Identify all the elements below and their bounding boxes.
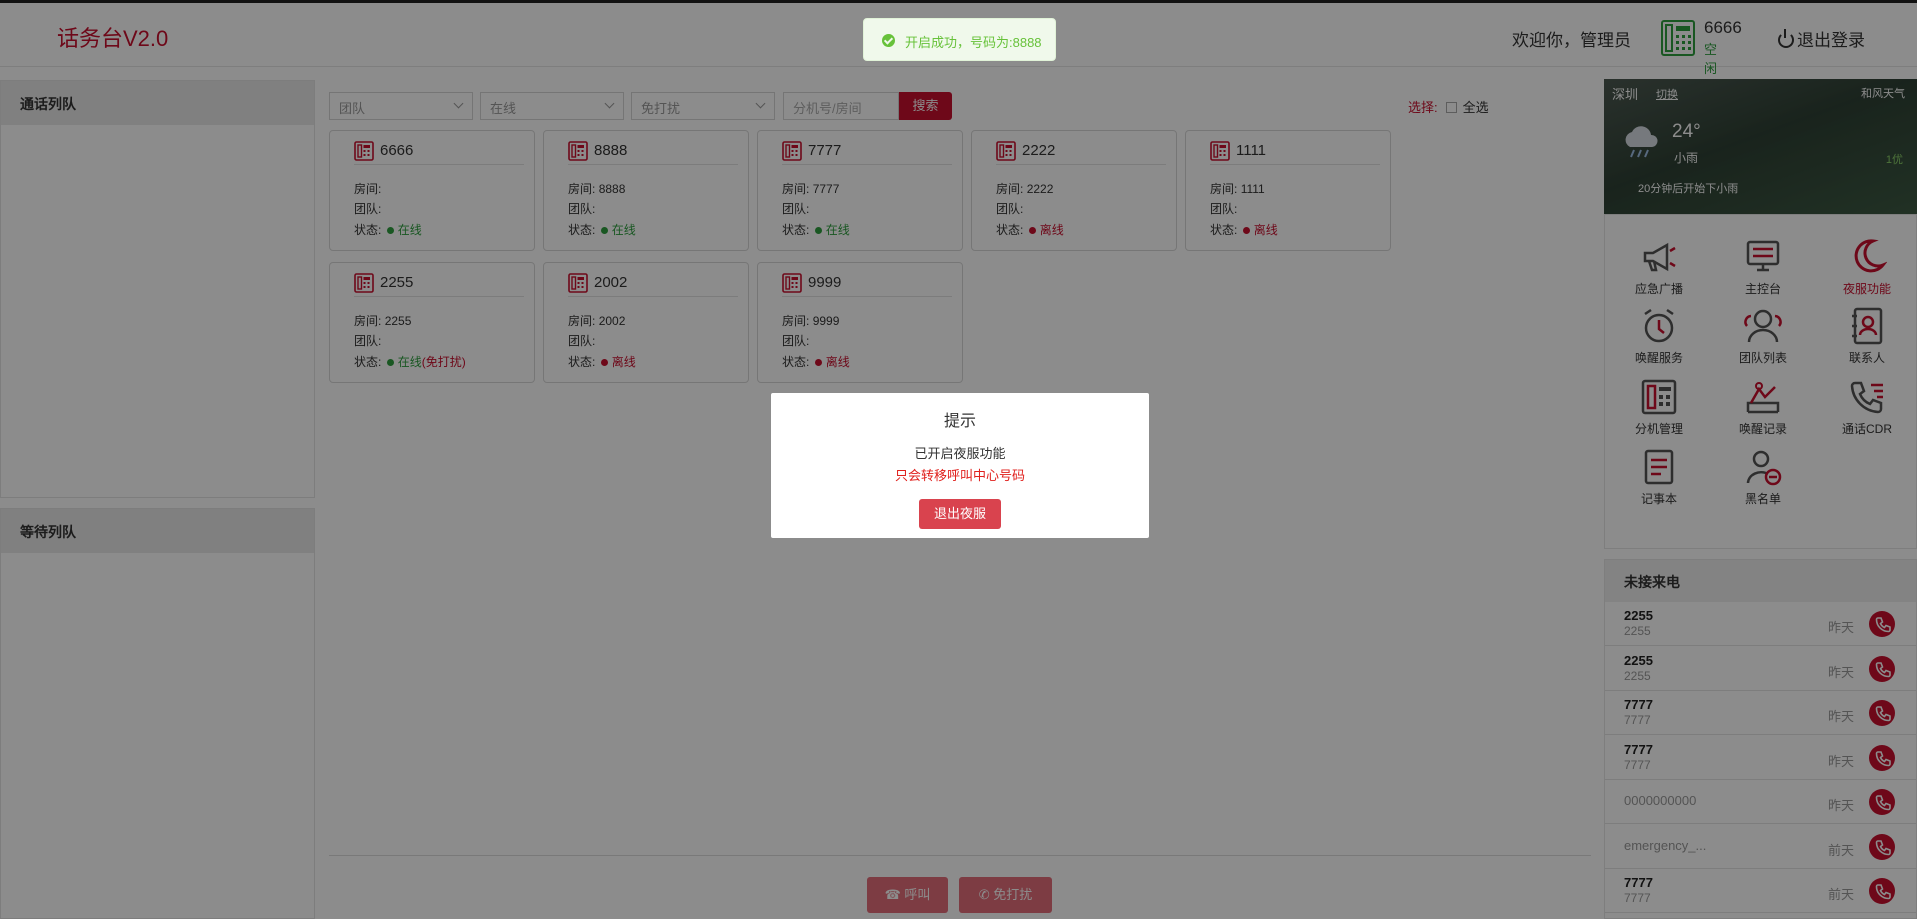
exit-night-service-button[interactable]: 退出夜服 <box>919 499 1001 529</box>
dialog-message: 已开启夜服功能 <box>914 446 1006 461</box>
success-toast: 开启成功，号码为:8888 <box>863 18 1056 61</box>
toast-message: 开启成功，号码为:8888 <box>905 35 1042 50</box>
dialog-title: 提示 <box>943 413 976 430</box>
dialog-warning: 只会转移呼叫中心号码 <box>894 468 1025 483</box>
night-service-dialog: 提示 已开启夜服功能 只会转移呼叫中心号码 退出夜服 <box>771 393 1149 538</box>
success-check-icon <box>882 34 895 47</box>
